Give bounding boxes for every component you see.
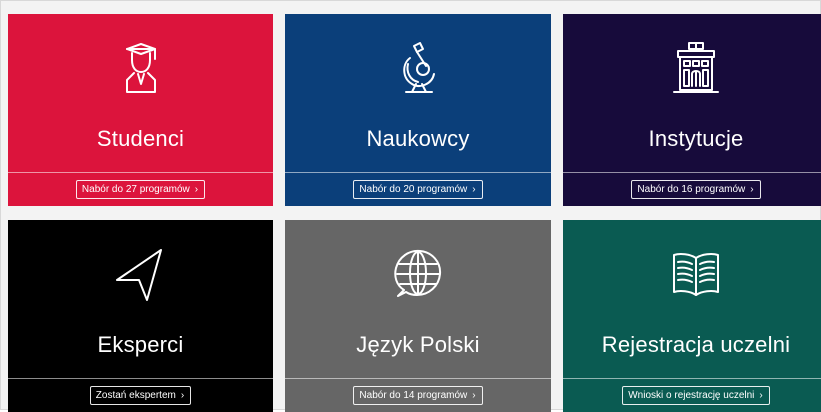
button-label: Nabór do 16 programów (637, 184, 746, 195)
tile-title: Rejestracja uczelni (601, 332, 791, 357)
tile-instytucje[interactable]: Instytucje Nabór do 16 programów › (563, 14, 821, 206)
programs-button[interactable]: Nabór do 27 programów › (75, 180, 206, 199)
chevron-right-icon: › (472, 390, 476, 401)
button-label: Nabór do 14 programów (359, 390, 468, 401)
button-label: Zostań ekspertem (95, 390, 176, 401)
tile-title: Studenci (96, 126, 185, 151)
tile-jezyk-polski[interactable]: Język Polski Nabór do 14 programów › (285, 220, 551, 412)
programs-button[interactable]: Nabór do 16 programów › (631, 180, 761, 199)
programs-button[interactable]: Nabór do 20 programów › (353, 180, 483, 199)
button-label: Nabór do 20 programów (359, 184, 468, 195)
button-label: Wnioski o rejestrację uczelni (628, 390, 755, 401)
paper-plane-icon (113, 246, 169, 302)
graduate-icon (113, 40, 169, 96)
chevron-right-icon: › (472, 184, 476, 195)
page-frame: Studenci Nabór do 27 programów › Naukowc… (0, 0, 821, 412)
tile-naukowcy[interactable]: Naukowcy Nabór do 20 programów › (285, 14, 551, 206)
building-icon (668, 40, 724, 96)
globe-chat-icon (390, 246, 446, 302)
chevron-right-icon: › (194, 184, 199, 195)
chevron-right-icon: › (750, 184, 754, 195)
tiles-grid: Studenci Nabór do 27 programów › Naukowc… (8, 14, 821, 412)
button-label: Nabór do 27 programów (81, 184, 190, 195)
programs-button[interactable]: Nabór do 14 programów › (353, 386, 483, 405)
tile-studenci[interactable]: Studenci Nabór do 27 programów › (8, 14, 273, 206)
chevron-right-icon: › (759, 390, 763, 401)
tile-eksperci[interactable]: Eksperci Zostań ekspertem › (8, 220, 273, 412)
registration-requests-button[interactable]: Wnioski o rejestrację uczelni › (622, 386, 770, 405)
tile-rejestracja-uczelni[interactable]: Rejestracja uczelni Wnioski o rejestracj… (563, 220, 821, 412)
open-book-icon (668, 246, 724, 302)
tile-title: Instytucje (648, 126, 744, 151)
tile-title: Naukowcy (366, 126, 470, 151)
microscope-icon (390, 40, 446, 96)
become-expert-button[interactable]: Zostań ekspertem › (89, 386, 192, 405)
tile-title: Język Polski (356, 332, 480, 357)
chevron-right-icon: › (180, 390, 185, 401)
tile-title: Eksperci (97, 332, 184, 357)
